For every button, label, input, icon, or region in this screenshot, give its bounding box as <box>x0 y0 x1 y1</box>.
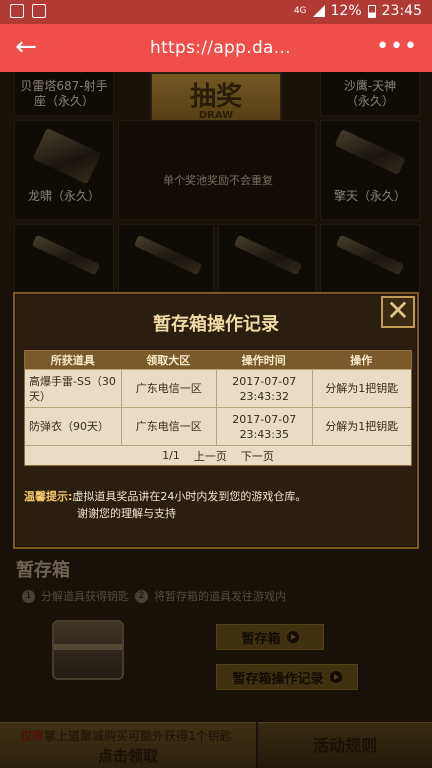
more-options-icon[interactable]: ••• <box>376 34 418 59</box>
storage-log-modal: 暂存箱操作记录 ✕ 所获道具 领取大区 操作时间 操作 高爆手雷-SS（30天）… <box>13 292 419 549</box>
page-url: https://app.da... <box>150 38 291 58</box>
column-header: 所获道具 <box>50 354 95 367</box>
next-page-link[interactable]: 下一页 <box>241 448 274 464</box>
region-cell: 广东电信一区 <box>120 370 217 407</box>
column-header: 操作时间 <box>241 354 286 367</box>
table-row: 防弹衣（90天） 广东电信一区 2017-07-07 23:43:35 分解为1… <box>25 407 411 445</box>
image-notification-icon <box>32 4 46 18</box>
column-header: 领取大区 <box>146 354 191 367</box>
battery-percent: 12% <box>330 3 362 19</box>
network-type: 4G <box>293 6 307 16</box>
battery-icon <box>367 4 376 18</box>
app-bar: ← https://app.da... ••• <box>0 24 432 72</box>
tip-line-2: 谢谢您的理解与支持 <box>77 507 176 520</box>
item-cell: 高爆手雷-SS（30天） <box>29 374 116 403</box>
log-table: 所获道具 领取大区 操作时间 操作 高爆手雷-SS（30天） 广东电信一区 20… <box>24 350 412 466</box>
tip-line-1: 虚拟道具奖品讲在24小时内发到您的游戏仓库。 <box>72 490 307 503</box>
page-indicator: 1/1 <box>162 449 180 462</box>
item-cell: 防弹衣（90天） <box>29 420 109 433</box>
time-cell: 2017-07-07 23:43:32 <box>216 370 312 407</box>
table-header: 所获道具 领取大区 操作时间 操作 <box>25 351 411 369</box>
back-arrow-icon[interactable]: ← <box>12 34 40 62</box>
prev-page-link[interactable]: 上一页 <box>194 448 227 464</box>
action-cell: 分解为1把钥匙 <box>311 408 411 445</box>
column-header: 操作 <box>350 354 373 367</box>
time-cell: 2017-07-07 23:43:35 <box>216 408 312 445</box>
status-bar: 4G 12% 23:45 <box>0 0 432 24</box>
region-cell: 广东电信一区 <box>120 408 217 445</box>
action-cell: 分解为1把钥匙 <box>311 370 411 407</box>
table-row: 高爆手雷-SS（30天） 广东电信一区 2017-07-07 23:43:32 … <box>25 369 411 407</box>
tip-note: 温馨提示:虚拟道具奖品讲在24小时内发到您的游戏仓库。 谢谢您的理解与支持 <box>24 488 306 522</box>
notification-icon <box>10 4 24 18</box>
close-icon[interactable]: ✕ <box>381 296 415 328</box>
modal-title: 暂存箱操作记录 <box>153 314 279 335</box>
clock: 23:45 <box>381 3 422 19</box>
pagination: 1/1 上一页 下一页 <box>25 445 411 465</box>
tip-label: 温馨提示: <box>24 490 73 503</box>
signal-icon <box>312 5 325 17</box>
